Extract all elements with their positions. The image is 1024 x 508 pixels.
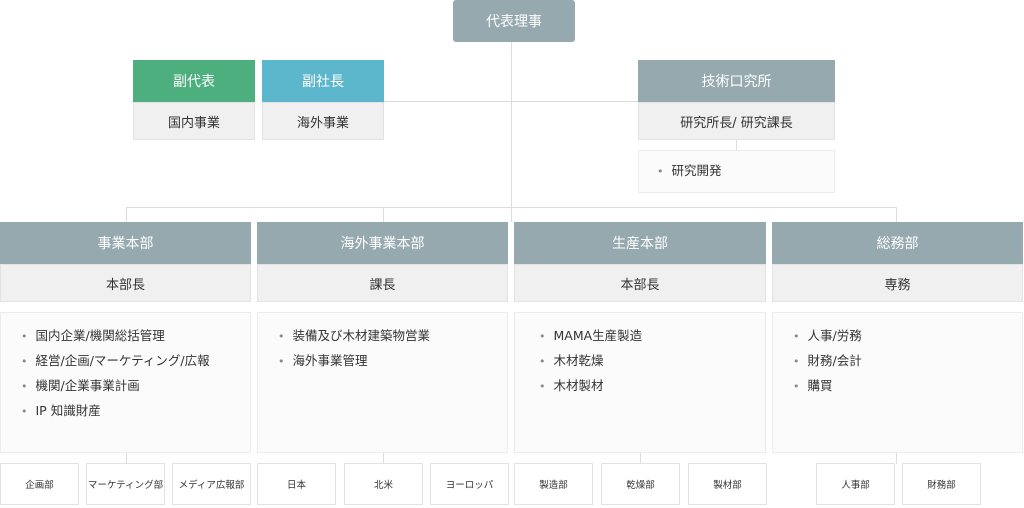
- connector-div4: [896, 207, 897, 223]
- connector-div1: [126, 207, 127, 223]
- connector-divisions-horizontal: [126, 207, 896, 208]
- list-item: 人事/労務: [793, 323, 1022, 348]
- division-header-production: 生産本部: [514, 222, 766, 264]
- leaf-marketing: マーケティング部: [86, 463, 165, 505]
- vice-representative-header: 副代表: [133, 60, 255, 102]
- leaf-sawmill: 製材部: [688, 463, 767, 505]
- list-item: 海外事業管理: [278, 348, 507, 373]
- list-item: 財務/会計: [793, 348, 1022, 373]
- division-header-general-affairs: 総務部: [772, 222, 1023, 264]
- leaf-japan: 日本: [257, 463, 336, 505]
- list-item: 機関/企業事業計画: [21, 373, 250, 398]
- division-sub-business: 本部長: [0, 264, 251, 302]
- leaf-hr: 人事部: [816, 463, 895, 505]
- vice-representative-sub: 国内事業: [133, 102, 255, 140]
- leaf-finance: 財務部: [902, 463, 981, 505]
- connector-exec-horizontal: [383, 101, 639, 102]
- list-item: 購買: [793, 373, 1022, 398]
- connector-div2: [383, 207, 384, 223]
- list-item: 木材乾燥: [539, 348, 765, 373]
- leaf-media-pr: メディア広報部: [172, 463, 251, 505]
- list-item: 研究開発: [657, 158, 834, 183]
- list-item: IP 知識財産: [21, 398, 250, 423]
- leaf-manufacturing: 製造部: [514, 463, 593, 505]
- connector-lab-items: [736, 140, 737, 150]
- list-item: MAMA生産製造: [539, 323, 765, 348]
- division-items-overseas: 装備及び木材建築物営業 海外事業管理: [257, 312, 508, 453]
- list-item: 経営/企画/マーケティング/広報: [21, 348, 250, 373]
- division-items-general-affairs: 人事/労務 財務/会計 購買: [772, 312, 1023, 453]
- lab-items-panel: 研究開発: [638, 150, 835, 193]
- leaf-north-america: 北米: [344, 463, 423, 505]
- division-sub-production: 本部長: [514, 264, 766, 302]
- connector-main-vertical: [511, 42, 512, 222]
- division-items-production: MAMA生産製造 木材乾燥 木材製材: [514, 312, 766, 453]
- ceo-box: 代表理事: [453, 0, 575, 42]
- division-sub-general-affairs: 専務: [772, 264, 1023, 302]
- list-item: 国内企業/機関総括管理: [21, 323, 250, 348]
- leaf-drying: 乾燥部: [601, 463, 680, 505]
- division-items-business: 国内企業/機関総括管理 経営/企画/マーケティング/広報 機関/企業事業計画 I…: [0, 312, 251, 453]
- division-header-business: 事業本部: [0, 222, 251, 264]
- lab-sub: 研究所長/ 研究課長: [638, 102, 835, 140]
- list-item: 装備及び木材建築物営業: [278, 323, 507, 348]
- list-item: 木材製材: [539, 373, 765, 398]
- vice-president-header: 副社長: [262, 60, 384, 102]
- division-header-overseas: 海外事業本部: [257, 222, 508, 264]
- connector-leaf4: [896, 452, 897, 464]
- leaf-europe: ヨーロッパ: [430, 463, 509, 505]
- leaf-planning: 企画部: [0, 463, 79, 505]
- vice-president-sub: 海外事業: [262, 102, 384, 140]
- division-sub-overseas: 課長: [257, 264, 508, 302]
- lab-header: 技術口究所: [638, 60, 835, 102]
